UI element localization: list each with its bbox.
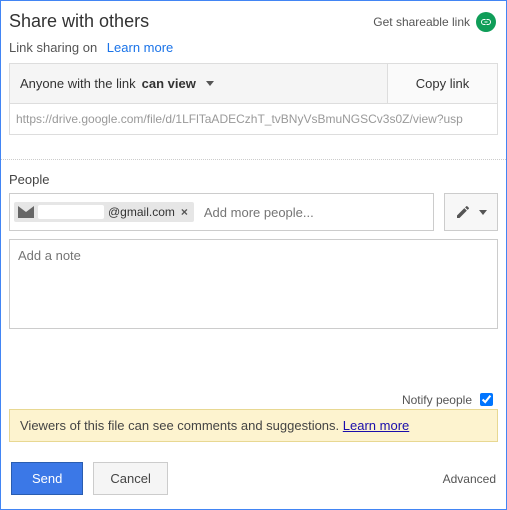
dialog-footer: Send Cancel Advanced: [1, 442, 506, 509]
permission-dropdown[interactable]: Anyone with the link can view: [10, 64, 387, 103]
notify-row: Notify people: [1, 388, 506, 409]
recipient-permission-button[interactable]: [444, 193, 498, 231]
permission-prefix: Anyone with the link: [20, 76, 136, 91]
remove-recipient-button[interactable]: ×: [179, 205, 190, 219]
send-button[interactable]: Send: [11, 462, 83, 495]
cancel-button[interactable]: Cancel: [93, 462, 167, 495]
notify-label: Notify people: [402, 393, 472, 407]
advanced-link[interactable]: Advanced: [443, 472, 496, 486]
recipient-chip: @gmail.com ×: [14, 202, 194, 222]
link-sharing-learn-more[interactable]: Learn more: [107, 40, 173, 55]
share-url[interactable]: https://drive.google.com/file/d/1LFlTaAD…: [9, 104, 498, 135]
get-shareable-link[interactable]: Get shareable link: [373, 12, 496, 32]
people-row: @gmail.com ×: [1, 193, 506, 231]
link-icon: [476, 12, 496, 32]
banner-learn-more[interactable]: Learn more: [343, 418, 409, 433]
dialog-title: Share with others: [9, 11, 149, 32]
share-dialog: Share with others Get shareable link Lin…: [0, 0, 507, 510]
link-sharing-text: Link sharing on: [9, 40, 97, 55]
banner-text: Viewers of this file can see comments an…: [20, 418, 339, 433]
notify-checkbox[interactable]: [480, 393, 493, 406]
mail-icon: [18, 206, 34, 218]
chevron-down-icon: [206, 81, 214, 86]
chevron-down-icon: [479, 210, 487, 215]
viewer-info-banner: Viewers of this file can see comments an…: [9, 409, 498, 442]
people-input-container[interactable]: @gmail.com ×: [9, 193, 434, 231]
permission-row: Anyone with the link can view Copy link: [9, 63, 498, 104]
shareable-link-label: Get shareable link: [373, 15, 470, 29]
add-people-input[interactable]: [200, 201, 429, 224]
section-divider: [1, 159, 506, 160]
note-textarea[interactable]: [9, 239, 498, 329]
note-container: [9, 239, 498, 388]
people-label: People: [1, 172, 506, 193]
permission-mode: can view: [142, 76, 196, 91]
link-sharing-status: Link sharing on Learn more: [1, 40, 506, 63]
dialog-header: Share with others Get shareable link: [1, 1, 506, 40]
recipient-domain: @gmail.com: [108, 205, 175, 219]
copy-link-button[interactable]: Copy link: [387, 64, 497, 103]
pencil-icon: [455, 204, 471, 220]
recipient-local-redacted: [38, 205, 104, 219]
